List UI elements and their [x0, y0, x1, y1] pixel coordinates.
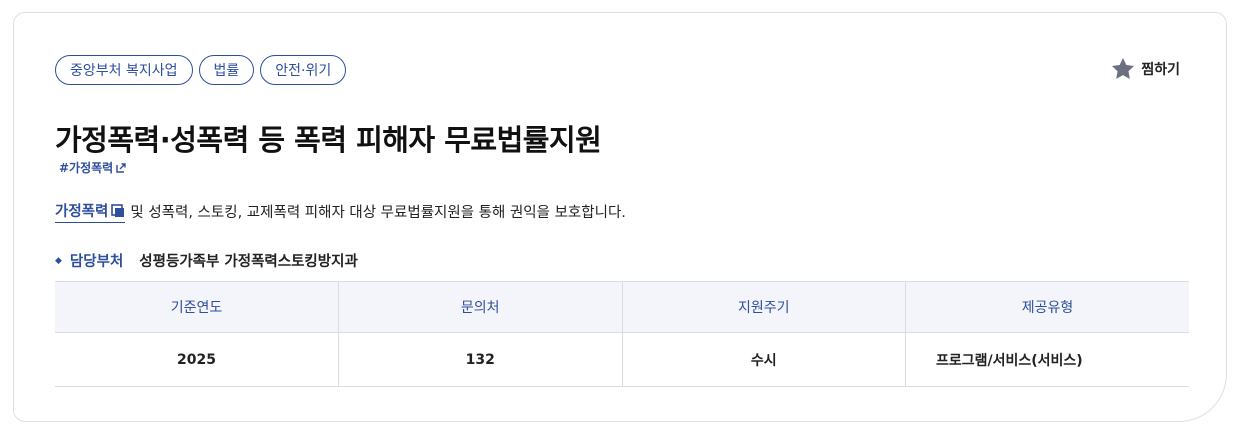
- tag-welfare[interactable]: 중앙부처 복지사업: [55, 55, 193, 85]
- cell-contact: 132: [338, 332, 623, 387]
- tag-safety[interactable]: 안전·위기: [260, 55, 347, 85]
- bullet-icon: ◆: [55, 255, 62, 266]
- table-row: 2025 132 수시 프로그램/서비스(서비스): [55, 332, 1189, 387]
- description: 가정폭력 및 성폭력, 스토킹, 교제폭력 피해자 대상 무료법률지원을 통해 …: [55, 200, 626, 223]
- service-card: 중앙부처 복지사업 법률 안전·위기 찜하기 가정폭력·성폭력 등 폭력 피해자…: [13, 12, 1227, 422]
- department-value: 성평등가족부 가정폭력스토킹방지과: [139, 254, 358, 270]
- hashtag-text: #가정폭력: [59, 161, 114, 175]
- header-year: 기준연도: [55, 281, 339, 333]
- term-link-text: 가정폭력: [55, 204, 109, 220]
- header-type: 제공유형: [905, 281, 1189, 333]
- tag-law[interactable]: 법률: [198, 55, 255, 85]
- department-row: ◆ 담당부처 성평등가족부 가정폭력스토킹방지과: [55, 250, 358, 271]
- external-link-icon: [116, 162, 126, 173]
- favorite-button[interactable]: 찜하기: [1110, 56, 1180, 82]
- cell-type: 프로그램/서비스(서비스): [905, 332, 1189, 387]
- star-icon: [1112, 57, 1135, 79]
- favorite-label: 찜하기: [1141, 62, 1180, 78]
- table-header-row: 기준연도 문의처 지원주기 제공유형: [55, 281, 1189, 333]
- tag-list: 중앙부처 복지사업 법률 안전·위기: [55, 55, 347, 85]
- hashtag-link[interactable]: #가정폭력: [59, 159, 126, 176]
- description-text: 및 성폭력, 스토킹, 교제폭력 피해자 대상 무료법률지원을 통해 권익을 보…: [130, 205, 626, 221]
- header-contact: 문의처: [338, 281, 623, 333]
- cell-cycle: 수시: [622, 332, 906, 387]
- dictionary-icon: [111, 203, 125, 217]
- page-title: 가정폭력·성폭력 등 폭력 피해자 무료법률지원: [55, 123, 602, 157]
- info-table: 기준연도 문의처 지원주기 제공유형 2025 132 수시 프로그램/서비스(…: [55, 281, 1189, 387]
- header-cycle: 지원주기: [622, 281, 906, 333]
- department-label: 담당부처: [69, 254, 124, 270]
- cell-year: 2025: [55, 332, 339, 387]
- term-link[interactable]: 가정폭력: [55, 200, 126, 223]
